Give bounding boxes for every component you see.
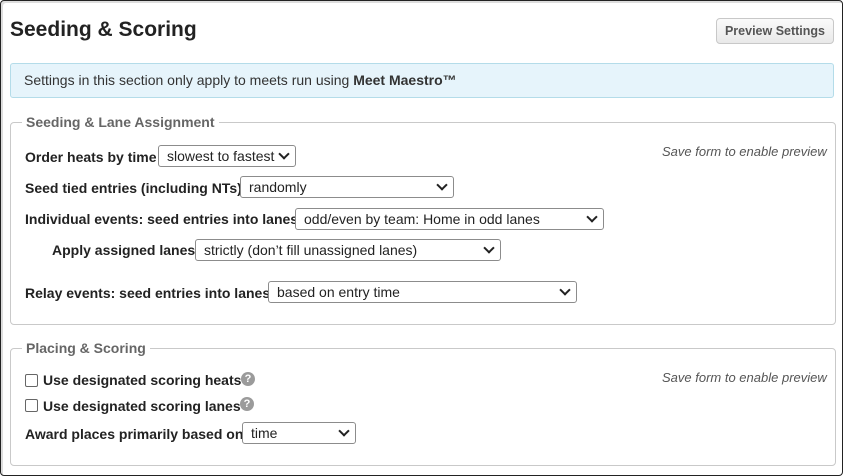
individual-lanes-value: odd/even by team: Home in odd lanes (304, 211, 540, 227)
tied-entries-select[interactable]: randomly (240, 176, 454, 198)
apply-lanes-value: strictly (don’t fill unassigned lanes) (204, 242, 418, 258)
placing-scoring-group: Placing & Scoring Save form to enable pr… (10, 340, 836, 466)
individual-lanes-label: Individual events: seed entries into lan… (25, 211, 299, 227)
relay-lanes-select[interactable]: based on entry time (268, 281, 577, 303)
placing-preview-note: Save form to enable preview (662, 370, 827, 385)
seeding-legend: Seeding & Lane Assignment (22, 114, 219, 130)
settings-panel: Seeding & Scoring Preview Settings Setti… (0, 0, 843, 476)
relay-lanes-label: Relay events: seed entries into lanes (25, 285, 271, 301)
chevron-down-icon (338, 425, 350, 437)
order-heats-select[interactable]: slowest to fastest (158, 145, 296, 167)
chevron-down-icon (436, 179, 448, 191)
individual-lanes-select[interactable]: odd/even by team: Home in odd lanes (295, 208, 604, 230)
award-places-label: Award places primarily based on (25, 426, 244, 442)
scoring-lanes-label: Use designated scoring lanes (43, 398, 241, 414)
placing-legend: Placing & Scoring (22, 340, 150, 356)
award-places-value: time (251, 425, 278, 441)
help-icon[interactable]: ? (240, 397, 254, 411)
award-places-select[interactable]: time (242, 422, 356, 444)
banner-product-name: Meet Maestro™ (353, 72, 457, 88)
tied-entries-value: randomly (249, 179, 307, 195)
relay-lanes-value: based on entry time (277, 284, 400, 300)
banner-text: Settings in this section only apply to m… (24, 72, 354, 88)
tied-entries-label: Seed tied entries (including NTs) (25, 180, 242, 196)
scoring-heats-checkbox[interactable] (25, 374, 38, 387)
chevron-down-icon (586, 211, 598, 223)
chevron-down-icon (483, 242, 495, 254)
chevron-down-icon (559, 284, 571, 296)
chevron-down-icon (278, 148, 290, 160)
apply-lanes-label: Apply assigned lanes (52, 242, 196, 258)
scoring-lanes-checkbox[interactable] (25, 399, 38, 412)
order-heats-label: Order heats by time (25, 149, 157, 165)
help-icon[interactable]: ? (241, 372, 255, 386)
seeding-preview-note: Save form to enable preview (662, 144, 827, 159)
seeding-lane-assignment-group: Seeding & Lane Assignment Save form to e… (10, 114, 836, 325)
info-banner: Settings in this section only apply to m… (10, 63, 834, 98)
preview-settings-button[interactable]: Preview Settings (716, 18, 834, 44)
scoring-heats-label: Use designated scoring heats (43, 372, 242, 388)
order-heats-value: slowest to fastest (167, 148, 275, 164)
apply-lanes-select[interactable]: strictly (don’t fill unassigned lanes) (195, 239, 501, 261)
page-title: Seeding & Scoring (10, 18, 197, 41)
